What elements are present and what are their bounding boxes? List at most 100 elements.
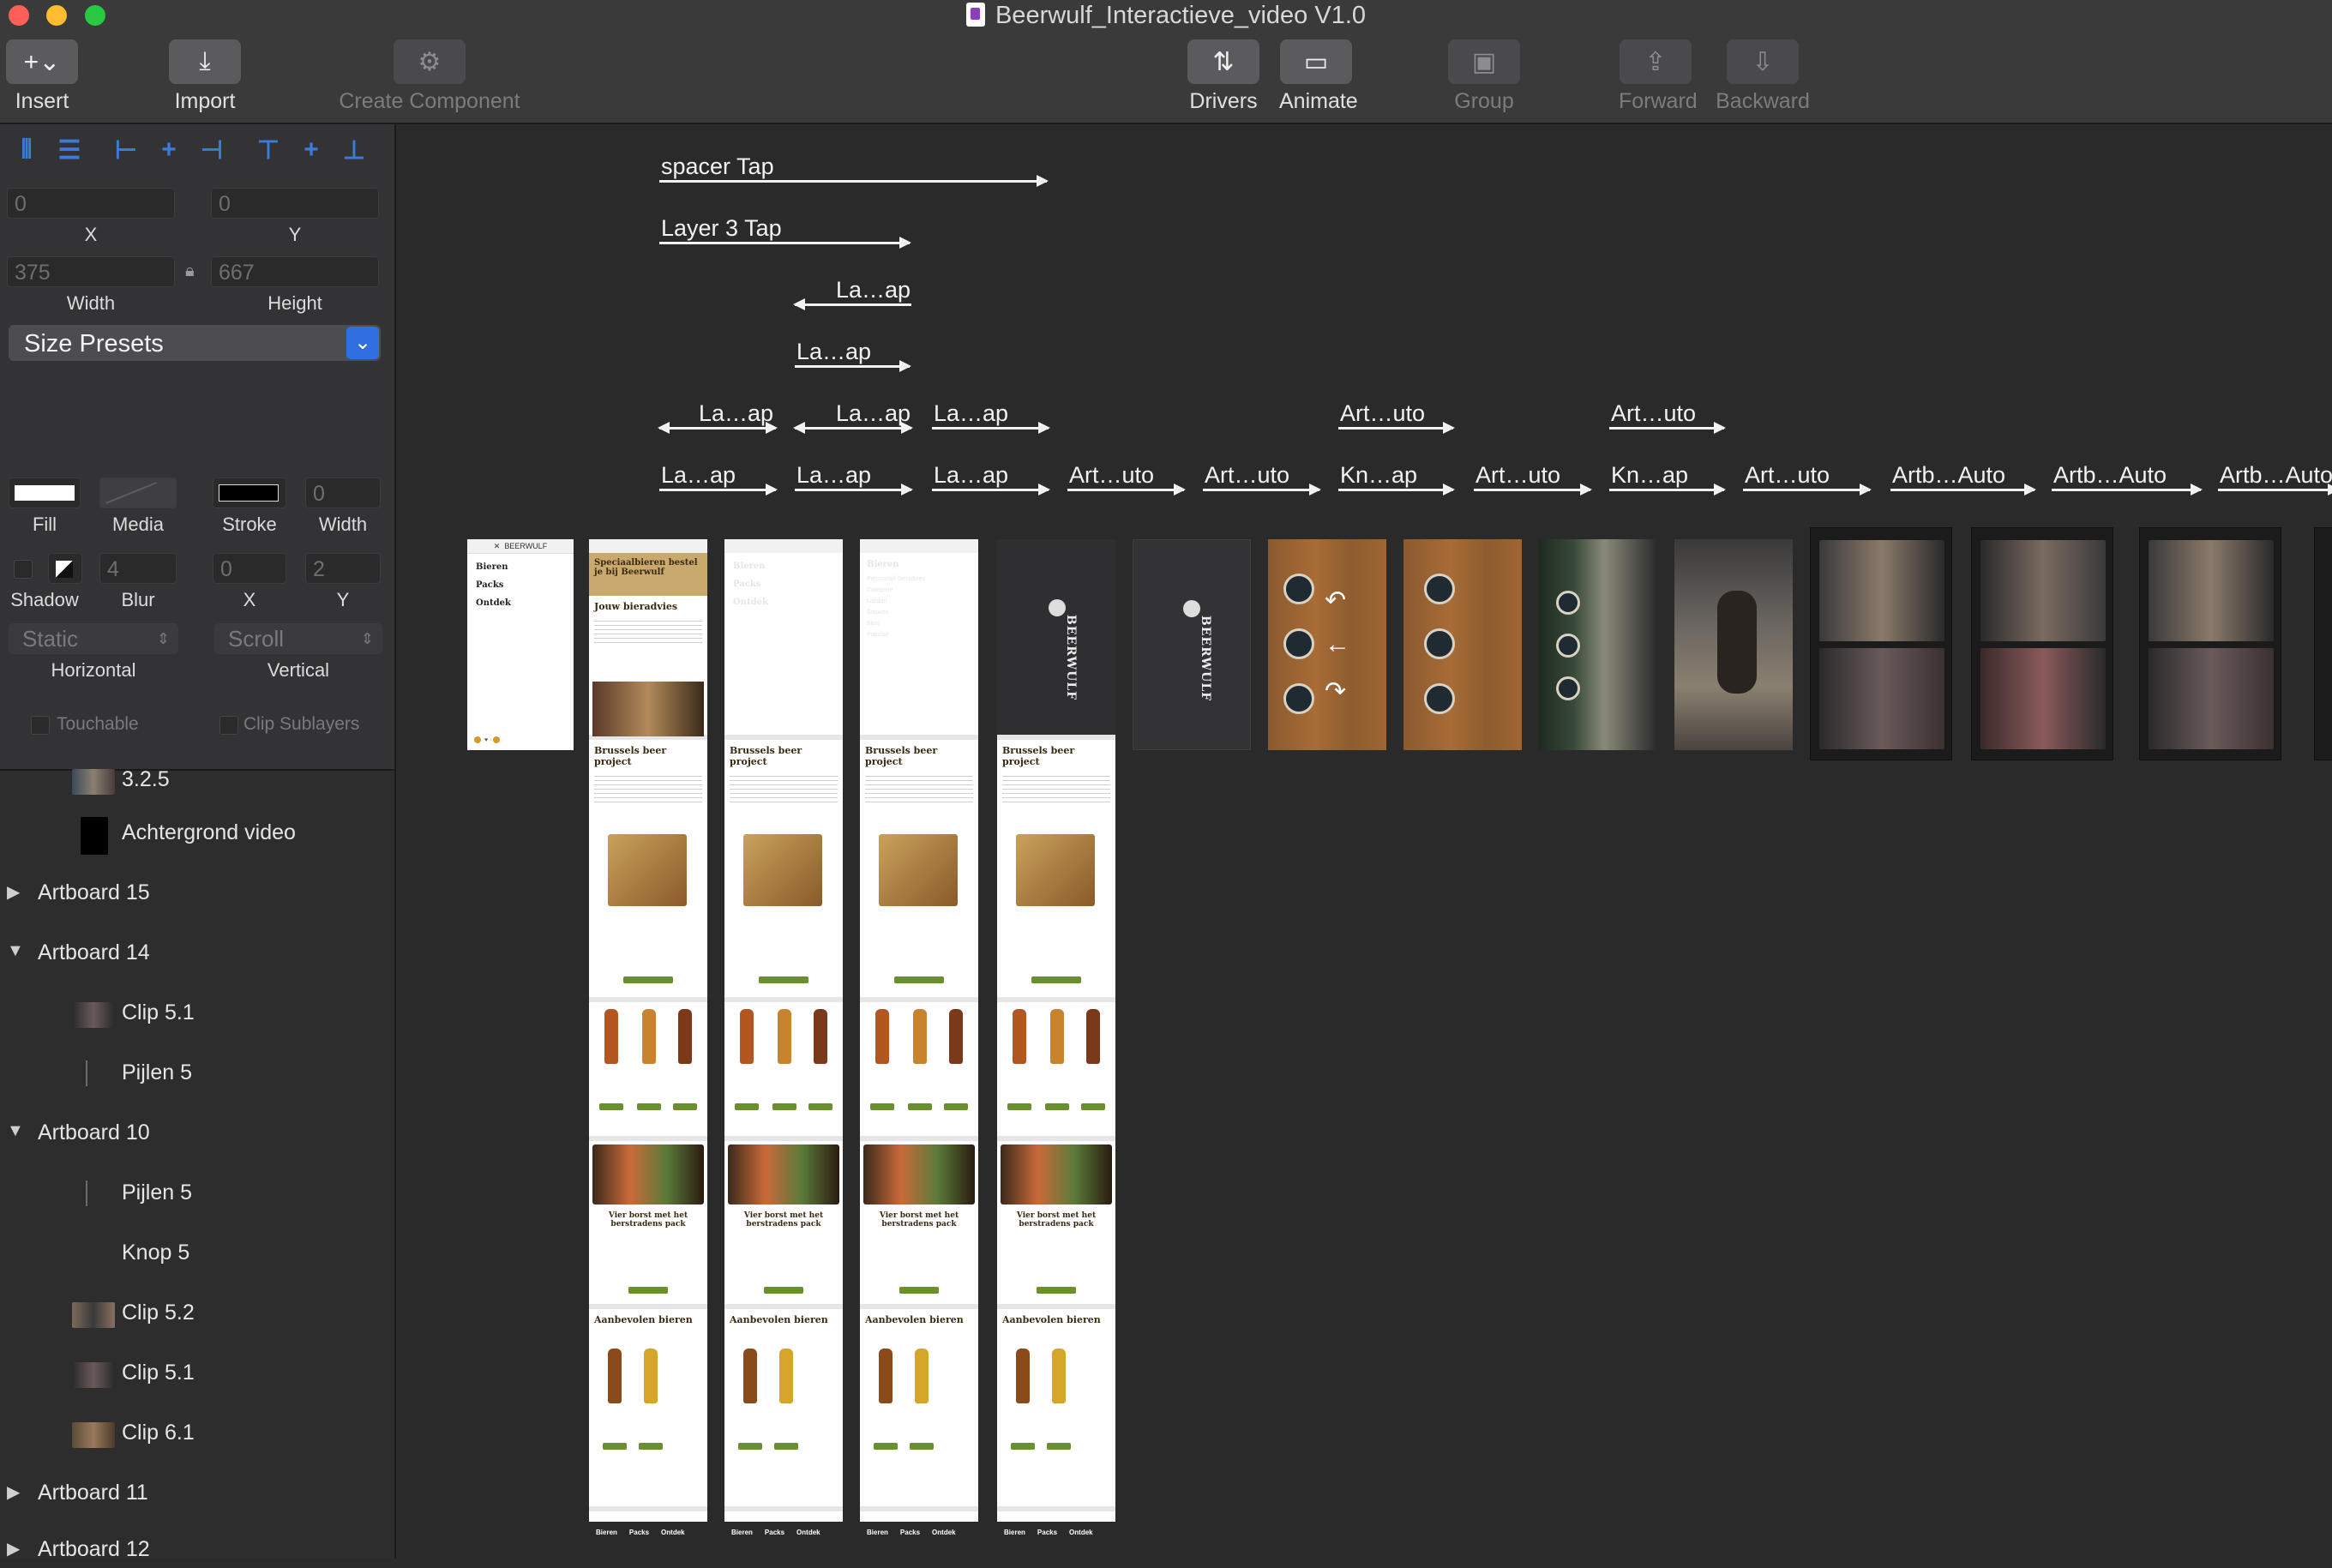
y-field[interactable]: 0: [211, 188, 379, 219]
buy-button[interactable]: [944, 1103, 968, 1110]
stroke-swatch[interactable]: [213, 478, 286, 508]
footer-nav-item[interactable]: Bieren: [596, 1529, 617, 1536]
connection-arrow[interactable]: spacer Tap: [659, 153, 1049, 187]
connection-arrow[interactable]: Art…uto: [1743, 462, 1872, 496]
footer-nav-item[interactable]: Packs: [629, 1529, 649, 1536]
animate-button[interactable]: ▭ Animate: [1279, 39, 1358, 114]
clip-sublayers-checkbox[interactable]: [219, 716, 238, 735]
connection-arrow[interactable]: Artb…Auto: [2052, 462, 2203, 496]
media-swatch[interactable]: [99, 478, 177, 508]
align-left-icon[interactable]: ⊢: [108, 131, 144, 169]
distribute-vertical-icon[interactable]: ☰: [51, 131, 87, 169]
disclosure-triangle-icon[interactable]: ▶: [7, 1538, 20, 1559]
cta-button[interactable]: [764, 1287, 803, 1294]
footer-nav-item[interactable]: Ontdek: [1069, 1529, 1093, 1536]
artboard-submenu-page[interactable]: Bieren Persoonlijk bieradvies Categorie …: [860, 539, 978, 1559]
buy-button[interactable]: [599, 1103, 623, 1110]
connection-arrow[interactable]: Art…uto: [1609, 400, 1726, 434]
align-top-icon[interactable]: ⊤: [250, 131, 286, 169]
disclosure-triangle-icon[interactable]: ▶: [7, 881, 20, 903]
artboard-wood-choice-arrows[interactable]: ↶ ← ↷: [1268, 539, 1386, 750]
connection-arrow[interactable]: La…ap: [795, 339, 911, 372]
buy-button[interactable]: [870, 1103, 894, 1110]
align-bottom-icon[interactable]: ⊥: [336, 131, 372, 169]
disclosure-triangle-icon[interactable]: ▶: [7, 1481, 20, 1503]
footer-nav-item[interactable]: Bieren: [731, 1529, 753, 1536]
connection-arrow[interactable]: Art…uto: [1203, 462, 1321, 496]
buy-button[interactable]: [623, 976, 673, 983]
connection-arrow[interactable]: Kn…ap: [1609, 462, 1726, 496]
buy-button[interactable]: [1031, 976, 1081, 983]
x-field[interactable]: 0: [7, 188, 175, 219]
buy-button[interactable]: [874, 1443, 898, 1450]
buy-button[interactable]: [1011, 1443, 1035, 1450]
buy-button[interactable]: [1047, 1443, 1071, 1450]
footer-nav-item[interactable]: Bieren: [867, 1529, 888, 1536]
artboard-menu-page[interactable]: Bieren Packs Ontdek Brussels beer projec…: [724, 539, 843, 1559]
connection-arrow[interactable]: Artb…Auto: [1890, 462, 2036, 496]
artboard-bar-scene[interactable]: [1539, 539, 1657, 750]
layer-row[interactable]: Pijlen 5: [0, 1057, 394, 1091]
layer-row[interactable]: Clip 6.1: [0, 1417, 394, 1451]
connection-arrow[interactable]: La…ap: [659, 462, 778, 496]
connection-arrow[interactable]: Art…uto: [1338, 400, 1455, 434]
lock-icon[interactable]: 🔒︎: [185, 261, 195, 281]
buy-button[interactable]: [1081, 1103, 1105, 1110]
buy-button[interactable]: [908, 1103, 932, 1110]
disclosure-triangle-icon[interactable]: ▼: [7, 1121, 24, 1141]
cta-button[interactable]: [899, 1287, 939, 1294]
layer-row[interactable]: ▼ Artboard 14: [0, 937, 394, 971]
artboard-video-page[interactable]: BEERWULF Brussels beer project Vier borst…: [997, 539, 1115, 1559]
artboard-homepage[interactable]: Speciaalbieren bestel je bij Beerwulf Jo…: [589, 539, 707, 1559]
shadow-checkbox[interactable]: [14, 560, 33, 579]
fill-swatch[interactable]: [9, 478, 81, 508]
vertical-scroll-select[interactable]: Scroll ⇕: [214, 623, 382, 654]
buy-button[interactable]: [735, 1103, 759, 1110]
buy-button[interactable]: [603, 1443, 627, 1450]
artboard-video-clips-c[interactable]: [2139, 527, 2281, 760]
footer-nav-item[interactable]: Packs: [1037, 1529, 1057, 1536]
artboard-video-clips-a[interactable]: [1810, 527, 1952, 760]
footer-nav-item[interactable]: Bieren: [1004, 1529, 1025, 1536]
layer-row[interactable]: Clip 5.2: [0, 1297, 394, 1331]
layer-row[interactable]: Clip 5.1: [0, 997, 394, 1031]
cta-button[interactable]: [628, 1287, 668, 1294]
width-field[interactable]: 375: [7, 256, 175, 287]
horizontal-scroll-select[interactable]: Static ⇕: [9, 623, 178, 654]
connection-arrow[interactable]: Art…uto: [1067, 462, 1186, 496]
size-presets-dropdown[interactable]: Size Presets ⌄: [9, 325, 381, 361]
footer-nav-item[interactable]: Ontdek: [661, 1529, 685, 1536]
connection-arrow[interactable]: La…ap: [932, 462, 1050, 496]
layer-row[interactable]: 3.2.5: [0, 764, 394, 798]
connection-arrow[interactable]: Layer 3 Tap: [659, 215, 911, 249]
stroke-width-field[interactable]: 0: [305, 478, 381, 508]
layer-row[interactable]: Clip 5.1: [0, 1357, 394, 1391]
group-button[interactable]: ▣ Group: [1447, 39, 1521, 114]
connection-arrow[interactable]: La…ap: [795, 462, 913, 496]
connection-arrow[interactable]: La…ap: [658, 400, 778, 434]
connection-arrow[interactable]: Art…uto: [1474, 462, 1592, 496]
footer-nav-item[interactable]: Packs: [765, 1529, 784, 1536]
layer-row[interactable]: ▶ Artboard 15: [0, 877, 394, 911]
footer-nav-item[interactable]: Packs: [900, 1529, 920, 1536]
distribute-horizontal-icon[interactable]: ⫴: [9, 131, 45, 169]
touchable-checkbox[interactable]: [31, 716, 50, 735]
artboard-menu[interactable]: ✕ BEERWULF Bieren Packs Ontdek ♥ ·: [467, 539, 574, 750]
layer-row[interactable]: Knop 5: [0, 1237, 394, 1271]
backward-button[interactable]: ⇩ Backward: [1711, 39, 1814, 114]
buy-button[interactable]: [1007, 1103, 1031, 1110]
insert-button[interactable]: +⌄ Insert: [5, 39, 79, 114]
canvas[interactable]: spacer Tap Layer 3 Tap La…ap La…ap La…ap…: [397, 124, 2332, 1559]
import-button[interactable]: ⤓ Import: [168, 39, 242, 114]
footer-nav-item[interactable]: Ontdek: [932, 1529, 956, 1536]
footer-nav-item[interactable]: Ontdek: [796, 1529, 820, 1536]
blur-field[interactable]: 4: [99, 553, 177, 584]
connection-arrow[interactable]: Artb…Auto: [2218, 462, 2332, 496]
artboard-video-clips-b[interactable]: [1971, 527, 2113, 760]
layer-row[interactable]: ▶ Artboard 11: [0, 1477, 394, 1511]
artboard-wood-choice[interactable]: [1403, 539, 1522, 750]
disclosure-triangle-icon[interactable]: ▼: [7, 941, 24, 961]
buy-button[interactable]: [910, 1443, 934, 1450]
create-component-button[interactable]: ⚙ Create Component: [333, 39, 526, 114]
align-center-horizontal-icon[interactable]: +: [151, 131, 187, 169]
